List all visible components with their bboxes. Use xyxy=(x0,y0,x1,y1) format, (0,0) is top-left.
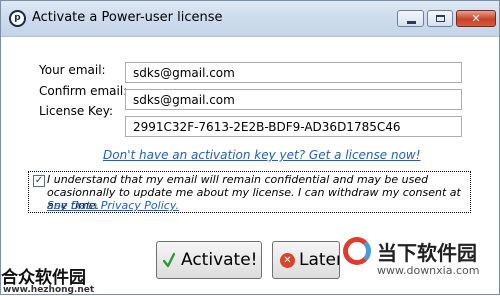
window-title: Activate a Power-user license xyxy=(32,10,223,25)
license-key-field[interactable] xyxy=(125,116,462,137)
confirm-email-field[interactable] xyxy=(125,89,462,110)
app-icon: p xyxy=(9,10,26,27)
watermark-url-left: www.hezhong.net xyxy=(3,285,95,295)
watermark-right: 当下软件园 www.downxia.com xyxy=(341,233,500,296)
checkmark-icon: ✓ xyxy=(34,175,44,186)
activate-label: Activate! xyxy=(181,250,258,270)
close-button[interactable]: ✕ xyxy=(456,10,496,27)
watermark-logo-icon xyxy=(343,237,371,265)
maximize-button[interactable] xyxy=(427,10,453,27)
later-label: Later xyxy=(299,250,340,270)
minimize-button[interactable] xyxy=(397,10,424,27)
later-button[interactable]: ✕ Later xyxy=(272,241,340,279)
email-field[interactable] xyxy=(125,62,462,83)
cancel-icon: ✕ xyxy=(280,253,295,268)
minimize-icon xyxy=(407,21,416,24)
watermark-url-right: www.downxia.com xyxy=(377,264,480,277)
activate-button[interactable]: Activate! xyxy=(156,241,262,279)
license-dialog: p Activate a Power-user license ✕ Your e… xyxy=(0,0,500,295)
title-bar: p Activate a Power-user license ✕ xyxy=(1,1,499,37)
get-license-link[interactable]: Don't have an activation key yet? Get a … xyxy=(103,148,421,162)
close-icon: ✕ xyxy=(471,12,481,25)
privacy-policy-link[interactable]: See Data Privacy Policy. xyxy=(47,199,179,212)
email-label: Your email: xyxy=(39,63,106,77)
check-icon xyxy=(163,252,175,268)
confirm-email-label: Confirm email: xyxy=(39,84,128,98)
consent-checkbox[interactable]: ✓ xyxy=(33,175,45,187)
license-key-label: License Key: xyxy=(39,104,113,118)
consent-area: ✓ I understand that my email will remain… xyxy=(28,171,471,213)
maximize-icon xyxy=(436,15,445,22)
watermark-text-right: 当下软件园 xyxy=(377,241,477,265)
